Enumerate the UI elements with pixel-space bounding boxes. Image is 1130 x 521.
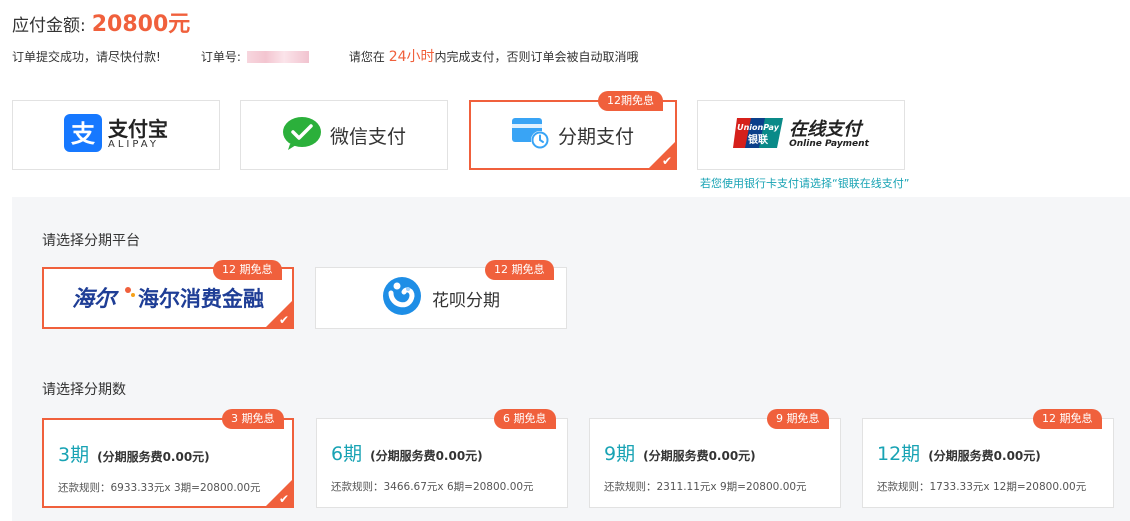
order-info-row: 订单提交成功，请尽快付款! 订单号: 请您在 24小时内完成支付，否则订单会被自… — [12, 47, 639, 65]
deadline-suffix: 内完成支付，否则订单会被自动取消哦 — [434, 50, 639, 64]
installment-interest-free-badge: 12期免息 — [598, 91, 663, 111]
selected-check-icon: ✔ — [266, 301, 292, 327]
term-rule: 还款规则：3466.67元x 6期=20800.00元 — [331, 481, 534, 493]
deadline-text: 请您在 24小时内完成支付，否则订单会被自动取消哦 — [349, 46, 639, 66]
term-head: 6期 (分期服务费0.00元) — [331, 439, 483, 466]
term-badge-6: 6 期免息 — [494, 409, 556, 429]
term-fee: (分期服务费0.00元) — [370, 449, 483, 463]
amount-label: 应付金额: — [12, 16, 86, 36]
term-badge-12: 12 期免息 — [1033, 409, 1102, 429]
haier-logo-icon: 海尔 — [72, 283, 136, 313]
alipay-icon: 支 — [64, 114, 102, 156]
alipay-name: 支付宝 — [108, 117, 168, 142]
term-head: 3期 (分期服务费0.00元) — [58, 440, 210, 467]
alipay-sub: ALIPAY — [108, 139, 159, 151]
unionpay-logo-cn: 银联 — [748, 133, 768, 146]
amount-value: 20800元 — [91, 12, 191, 37]
term-period: 12期 — [877, 443, 921, 465]
term-fee: (分期服务费0.00元) — [643, 449, 756, 463]
installment-pay-name: 分期支付 — [557, 125, 634, 148]
term-badge-9: 9 期免息 — [767, 409, 829, 429]
huabei-icon — [382, 276, 422, 320]
unionpay-logo-text: UnionPay — [737, 123, 780, 132]
platform-haier-name: 海尔消费金融 — [138, 287, 264, 311]
selected-check-icon: ✔ — [266, 480, 292, 506]
svg-text:支: 支 — [71, 120, 96, 148]
wechat-pay-option[interactable]: 微信支付 — [240, 100, 448, 170]
deadline-prefix: 请您在 — [348, 50, 385, 64]
term-section-title: 请选择分期数 — [42, 382, 126, 398]
installment-card-icon — [511, 116, 550, 154]
order-submitted-text: 订单提交成功，请尽快付款! — [12, 49, 161, 64]
platform-huabei-badge: 12 期免息 — [485, 260, 554, 280]
term-period: 3期 — [58, 444, 90, 466]
term-rule: 还款规则：2311.11元x 9期=20800.00元 — [604, 481, 807, 493]
selected-check-icon: ✔ — [649, 142, 675, 168]
term-option-9[interactable]: 9期 (分期服务费0.00元) 还款规则：2311.11元x 9期=20800.… — [589, 418, 841, 508]
unionpay-sub: Online Payment — [789, 138, 869, 149]
svg-text:海尔: 海尔 — [72, 286, 120, 312]
order-number: 订单号: — [201, 48, 309, 65]
term-period: 6期 — [331, 443, 363, 465]
alipay-option[interactable]: 支 支付宝 ALIPAY — [12, 100, 220, 170]
deadline-hours: 24小时 — [388, 49, 435, 65]
term-rule: 还款规则：1733.33元x 12期=20800.00元 — [877, 481, 1087, 493]
wechat-icon — [282, 115, 322, 155]
term-fee: (分期服务费0.00元) — [97, 450, 210, 464]
order-number-redacted — [246, 51, 309, 63]
order-number-label: 订单号: — [200, 49, 241, 64]
platform-huabei-name: 花呗分期 — [432, 290, 500, 311]
unionpay-name: 在线支付 — [789, 119, 862, 141]
platform-haier-badge: 12 期免息 — [213, 260, 282, 280]
term-period: 9期 — [604, 443, 636, 465]
term-rule: 还款规则：6933.33元x 3期=20800.00元 — [58, 482, 261, 494]
term-option-12[interactable]: 12期 (分期服务费0.00元) 还款规则：1733.33元x 12期=2080… — [862, 418, 1114, 508]
term-option-3[interactable]: 3期 (分期服务费0.00元) 还款规则：6933.33元x 3期=20800.… — [42, 418, 294, 508]
term-fee: (分期服务费0.00元) — [928, 449, 1041, 463]
term-badge-3: 3 期免息 — [222, 409, 284, 429]
unionpay-option[interactable]: UnionPay 银联 在线支付 Online Payment — [697, 100, 905, 170]
term-option-6[interactable]: 6期 (分期服务费0.00元) 还款规则：3466.67元x 6期=20800.… — [316, 418, 568, 508]
term-head: 9期 (分期服务费0.00元) — [604, 439, 756, 466]
wechat-pay-name: 微信支付 — [329, 125, 406, 148]
platform-section-title: 请选择分期平台 — [42, 233, 140, 249]
term-head: 12期 (分期服务费0.00元) — [877, 439, 1041, 466]
installment-panel: 请选择分期平台 海尔 海尔消费金融 ✔ 12 期免息 花呗分期 12 期免息 请… — [12, 197, 1130, 521]
unionpay-note: 若您使用银行卡支付请选择“银联在线支付” — [700, 177, 910, 190]
amount-row: 应付金额: 20800元 — [12, 6, 191, 37]
unionpay-logo-icon: UnionPay 银联 — [733, 116, 784, 154]
